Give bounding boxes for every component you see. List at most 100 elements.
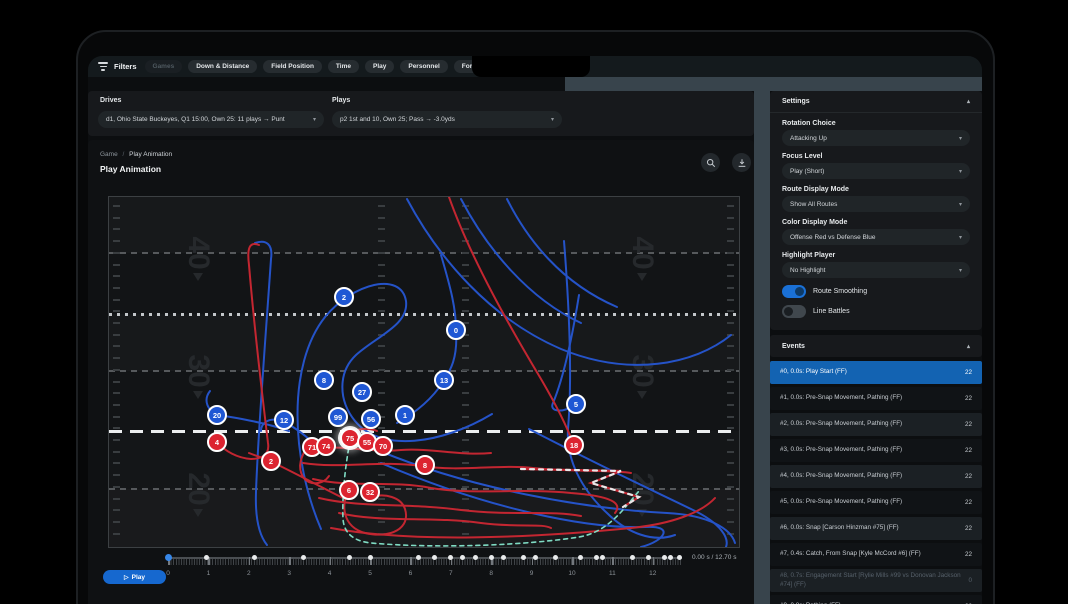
timeline-event-dot[interactable]: [416, 555, 421, 560]
timeline-event-dot[interactable]: [204, 555, 209, 560]
timeline-second-label: 4: [320, 570, 340, 577]
zoom-button[interactable]: [701, 153, 720, 172]
settings-fields: Rotation ChoiceAttacking Up▾Focus LevelP…: [770, 113, 982, 318]
timeline-event-dot[interactable]: [553, 555, 558, 560]
settings-header[interactable]: Settings ▴: [770, 91, 982, 113]
toggle-line-battles[interactable]: [782, 305, 806, 318]
timeline-second-label: 11: [602, 570, 622, 577]
drives-selected-value: d1, Ohio State Buckeyes, Q1 15:00, Own 2…: [106, 116, 285, 123]
event-row-5[interactable]: #5, 0.0s: Pre-Snap Movement, Pathing (FF…: [770, 491, 982, 514]
player-marker-defense-99[interactable]: 99: [328, 407, 348, 427]
chevron-down-icon: ▾: [959, 267, 962, 274]
event-row-2[interactable]: #2, 0.0s: Pre-Snap Movement, Pathing (FF…: [770, 413, 982, 436]
toggle-knob: [795, 287, 804, 296]
event-row-0[interactable]: #0, 0.0s: Play Start (FF)22: [770, 361, 982, 384]
filter-bar-title: Filters: [114, 62, 137, 71]
player-marker-defense-12[interactable]: 12: [274, 410, 294, 430]
timeline-event-dot[interactable]: [368, 555, 373, 560]
timeline-event-dot[interactable]: [301, 555, 306, 560]
route-offense-19: [319, 498, 581, 516]
selected-value: Attacking Up: [790, 135, 827, 142]
event-count: 22: [965, 421, 972, 428]
player-marker-offense-32[interactable]: 32: [360, 482, 380, 502]
player-marker-defense-8[interactable]: 8: [314, 370, 334, 390]
toggle-row-route-smoothing: Route Smoothing: [782, 285, 970, 298]
event-text: #6, 0.0s: Snap [Carson Hinzman #75] (FF): [780, 524, 965, 533]
filter-tab-personnel[interactable]: Personnel: [400, 60, 447, 73]
timeline-event-dot[interactable]: [252, 555, 257, 560]
timeline-second-label: 6: [400, 570, 420, 577]
timeline-event-dot[interactable]: [533, 555, 538, 560]
play-animation-card: Game / Play Animation Play Animation 403…: [88, 140, 754, 604]
player-marker-offense-2[interactable]: 2: [261, 451, 281, 471]
timeline-event-dot[interactable]: [600, 555, 605, 560]
timeline-event-dot[interactable]: [646, 555, 651, 560]
filter-tab-down-distance[interactable]: Down & Distance: [188, 60, 257, 73]
breadcrumb-game[interactable]: Game: [100, 151, 118, 158]
field-plot[interactable]: 4030204030202082713201299561542717475557…: [108, 196, 740, 548]
event-row-8[interactable]: #8, 0.7s: Engagement Start [Rylie Mills …: [770, 569, 982, 592]
events-title: Events: [782, 343, 805, 350]
player-marker-offense-6[interactable]: 6: [339, 480, 359, 500]
timeline-track[interactable]: [168, 557, 682, 565]
events-header[interactable]: Events ▴: [770, 335, 982, 357]
timeline-event-dot[interactable]: [594, 555, 599, 560]
download-button[interactable]: [732, 153, 751, 172]
event-row-9[interactable]: #9, 0.8s: Pathing (FF)22: [770, 595, 982, 604]
filter-tab-play[interactable]: Play: [365, 60, 394, 73]
timeline-event-dot[interactable]: [578, 555, 583, 560]
timeline-event-dot[interactable]: [662, 555, 667, 560]
timeline-event-dot[interactable]: [448, 555, 453, 560]
player-marker-offense-74[interactable]: 74: [316, 436, 336, 456]
setting-select-focus-level[interactable]: Play (Short)▾: [782, 163, 970, 179]
timeline-second-label: 5: [360, 570, 380, 577]
toggle-route-smoothing[interactable]: [782, 285, 806, 298]
timeline-event-dot[interactable]: [432, 555, 437, 560]
player-marker-defense-13[interactable]: 13: [434, 370, 454, 390]
player-marker-defense-27[interactable]: 27: [352, 382, 372, 402]
timeline-event-dot[interactable]: [460, 555, 465, 560]
player-marker-offense-8[interactable]: 8: [415, 455, 435, 475]
player-marker-defense-5[interactable]: 5: [566, 394, 586, 414]
player-marker-offense-70[interactable]: 70: [373, 436, 393, 456]
timeline-event-dot[interactable]: [347, 555, 352, 560]
setting-select-highlight-player[interactable]: No Highlight▾: [782, 262, 970, 278]
player-marker-offense-4[interactable]: 4: [207, 432, 227, 452]
timeline-event-dot[interactable]: [630, 555, 635, 560]
toggle-label: Route Smoothing: [813, 288, 867, 295]
filter-tab-games[interactable]: Games: [145, 60, 183, 73]
timeline-major-tick: [612, 557, 614, 565]
timeline-event-dot[interactable]: [165, 554, 172, 561]
chevron-down-icon: ▾: [959, 135, 962, 142]
setting-select-rotation-choice[interactable]: Attacking Up ▾: [782, 130, 970, 146]
player-marker-offense-18[interactable]: 18: [564, 435, 584, 455]
player-marker-defense-20[interactable]: 20: [207, 405, 227, 425]
timeline-major-tick: [572, 557, 574, 565]
filter-tab-time[interactable]: Time: [328, 60, 359, 73]
setting-select-color-display-mode[interactable]: Offense Red vs Defense Blue▾: [782, 229, 970, 245]
timeline-event-dot[interactable]: [677, 555, 682, 560]
timeline-event-dot[interactable]: [489, 555, 494, 560]
player-marker-defense-0[interactable]: 0: [446, 320, 466, 340]
timeline-event-dot[interactable]: [473, 555, 478, 560]
timeline-event-dot[interactable]: [521, 555, 526, 560]
event-row-6[interactable]: #6, 0.0s: Snap [Carson Hinzman #75] (FF)…: [770, 517, 982, 540]
event-text: #8, 0.7s: Engagement Start [Rylie Mills …: [780, 572, 968, 589]
filter-tab-field-position[interactable]: Field Position: [263, 60, 322, 73]
plays-select[interactable]: p2 1st and 10, Own 25; Pass → -3.0yds ▾: [332, 111, 562, 128]
play-button[interactable]: ▷ Play: [103, 570, 166, 584]
event-row-3[interactable]: #3, 0.0s: Pre-Snap Movement, Pathing (FF…: [770, 439, 982, 462]
player-marker-defense-2[interactable]: 2: [334, 287, 354, 307]
event-row-4[interactable]: #4, 0.0s: Pre-Snap Movement, Pathing (FF…: [770, 465, 982, 488]
setting-select-route-display-mode[interactable]: Show All Routes▾: [782, 196, 970, 212]
drives-select[interactable]: d1, Ohio State Buckeyes, Q1 15:00, Own 2…: [98, 111, 324, 128]
event-row-1[interactable]: #1, 0.0s: Pre-Snap Movement, Pathing (FF…: [770, 387, 982, 410]
filter-tabs: Games Down & Distance Field Position Time Pl…: [145, 60, 506, 73]
stage: Filters Games Down & Distance Field Positi…: [0, 0, 1068, 604]
ball-trail-path: [343, 441, 639, 546]
event-row-7[interactable]: #7, 0.4s: Catch, From Snap [Kyle McCord …: [770, 543, 982, 566]
player-marker-defense-1[interactable]: 1: [395, 405, 415, 425]
player-marker-defense-56[interactable]: 56: [361, 409, 381, 429]
timeline-event-dot[interactable]: [501, 555, 506, 560]
selected-value: Play (Short): [790, 168, 824, 175]
